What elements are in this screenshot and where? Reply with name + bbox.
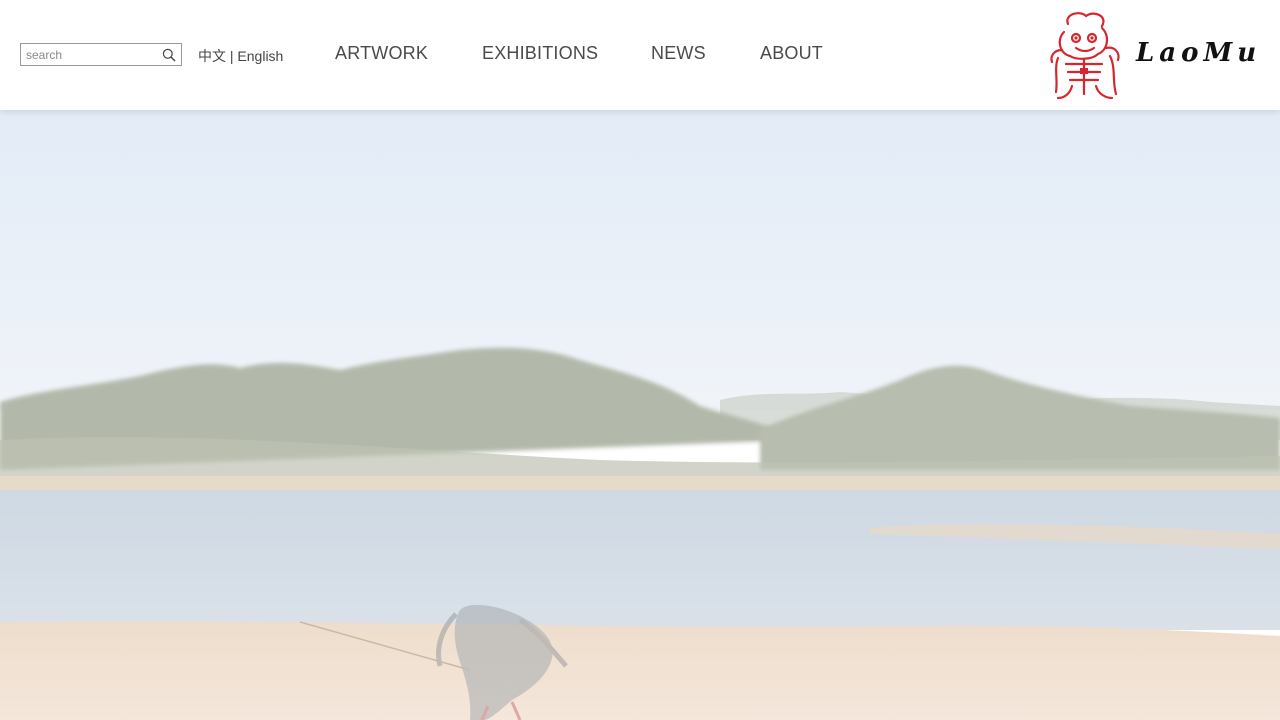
hero-landscape-image <box>0 110 1280 720</box>
language-chinese-link[interactable]: 中文 <box>198 48 226 64</box>
nav-about[interactable]: ABOUT <box>760 43 823 64</box>
language-separator: | <box>226 48 238 64</box>
logo-text: LaoMu <box>1136 38 1262 68</box>
search-box <box>20 43 182 66</box>
language-english-link[interactable]: English <box>237 48 283 64</box>
logo-seal-icon <box>1050 12 1120 100</box>
site-header: 中文 | English ARTWORK EXHIBITIONS NEWS AB… <box>0 0 1280 110</box>
nav-artwork[interactable]: ARTWORK <box>335 43 428 64</box>
search-input[interactable] <box>21 44 159 65</box>
site-logo[interactable]: LaoMu <box>1046 10 1256 102</box>
language-switcher: 中文 | English <box>198 46 283 66</box>
nav-exhibitions[interactable]: EXHIBITIONS <box>482 43 598 64</box>
search-icon[interactable] <box>159 45 179 64</box>
hero-banner <box>0 110 1280 720</box>
nav-news[interactable]: NEWS <box>651 43 706 64</box>
